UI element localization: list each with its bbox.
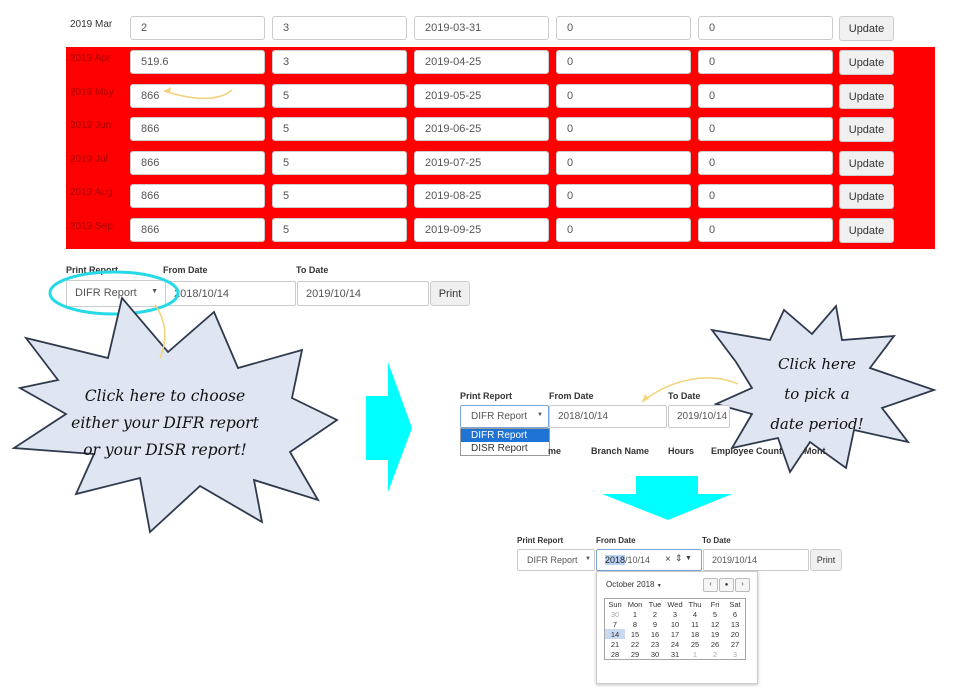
pointer-arrow [163,89,233,100]
calendar-day[interactable]: 10 [665,619,685,629]
chevron-down-icon[interactable]: ▼ [685,555,692,562]
chevron-down-icon: ▼ [656,583,662,589]
calendar-grid: Sun Mon Tue Wed Thu Fri Sat 30 1 2 3 4 5 6 7 8 9 10 11 12 1… [604,598,746,660]
date-year-segment[interactable]: 2018 [605,555,626,565]
weekday-header: Fri [710,599,720,609]
calendar-month-select[interactable]: October 2018 ▼ [606,580,662,589]
calendar-day[interactable]: 20 [725,629,746,639]
callout-line: date period! [770,415,864,433]
callout-line: or your DISR report! [83,441,247,459]
right-arrow [366,362,412,492]
calendar-day[interactable]: 13 [725,619,746,629]
calendar-day[interactable]: 23 [645,639,665,649]
callout-line: Click here [778,355,856,373]
callout-line: Click here to choose [84,387,246,405]
calendar-popup: October 2018 ▼ ‹ ● › Sun Mon Tue Wed Thu Fri S… [596,571,758,684]
to-date-label: To Date [668,391,701,401]
calendar-day[interactable]: 25 [685,639,705,649]
calendar-day[interactable]: 8 [625,619,645,629]
calendar-day[interactable]: 27 [725,639,746,649]
calendar-day[interactable]: 2 [705,649,725,660]
calendar-day[interactable]: 21 [605,639,626,649]
date-rest-segment: /10/14 [625,555,651,565]
report-select[interactable]: DIFR Report ▼ [517,549,595,571]
column-header: Mont [804,446,826,456]
arrowhead [642,394,649,402]
chevron-down-icon: ▼ [585,556,591,562]
annotation-overlay [11,87,937,534]
chevron-down-icon: ▼ [537,412,543,418]
down-arrow [602,476,732,520]
calendar-day[interactable]: 12 [705,619,725,629]
calendar-day[interactable]: 14 [604,629,625,639]
today-icon[interactable]: ● [719,578,734,592]
calendar-day[interactable]: 4 [685,609,705,619]
weekday-header: Wed [667,599,683,609]
calendar-day[interactable]: 15 [625,629,645,639]
print-report-label: Print Report [517,536,564,545]
calendar-day[interactable]: 24 [665,639,685,649]
column-header: Employee Count [711,446,783,456]
column-header: me [548,446,562,456]
prev-month-icon[interactable]: ‹ [703,578,718,592]
calendar-day[interactable]: 29 [625,649,645,660]
report-select[interactable]: DIFR Report ▼ [460,405,549,428]
calendar-day[interactable]: 30 [605,609,626,619]
calendar-day[interactable]: 17 [665,629,685,639]
calendar-day[interactable]: 7 [605,619,626,629]
calendar-day[interactable]: 3 [725,649,746,660]
next-month-icon[interactable]: › [735,578,750,592]
print-button[interactable]: Print [810,549,842,571]
from-date-field[interactable]: 2018/10/14 × ⇕ ▼ [596,549,702,571]
calendar-day[interactable]: 18 [685,629,705,639]
calendar-day[interactable]: 9 [645,619,665,629]
weekday-header: Thu [688,599,702,609]
column-header: Hours [668,446,695,456]
dropdown-option-disr[interactable]: DISR Report [461,442,549,455]
weekday-header: Tue [648,599,662,609]
left-callout-text: Click here to choose either your DIFR re… [40,383,290,464]
dropdown-option-difr[interactable]: DIFR Report [461,429,549,442]
print-report-label: Print Report [460,391,513,401]
calendar-day[interactable]: 22 [625,639,645,649]
from-date-label: From Date [596,536,636,545]
to-date-field[interactable]: 2019/10/14 [668,405,730,428]
clear-icon[interactable]: × [665,554,671,565]
weekday-header: Sat [729,599,741,609]
calendar-day[interactable]: 28 [605,649,626,660]
calendar-day[interactable]: 3 [665,609,685,619]
from-date-label: From Date [549,391,594,401]
column-header: Branch Name [591,446,650,456]
calendar-day[interactable]: 31 [665,649,685,660]
calendar-day[interactable]: 19 [705,629,725,639]
calendar-day[interactable]: 26 [705,639,725,649]
from-date-field[interactable]: 2018/10/14 [549,405,667,428]
spinner-icon[interactable]: ⇕ [675,553,683,564]
callout-line: to pick a [784,385,850,403]
to-date-field[interactable]: 2019/10/14 [703,549,809,571]
report-dropdown: DIFR Report DISR Report [460,428,550,456]
calendar-day[interactable]: 5 [705,609,725,619]
calendar-day[interactable]: 2 [645,609,665,619]
calendar-month: October 2018 [606,580,655,589]
weekday-header: Sun [608,599,622,609]
calendar-day[interactable]: 11 [685,619,705,629]
right-callout-text: Click here to pick a date period! [752,349,882,439]
to-date-label: To Date [702,536,731,545]
callout-line: either your DIFR report [71,414,259,432]
calendar-day[interactable]: 1 [625,609,645,619]
weekday-header: Mon [627,599,643,609]
report-select-value: DIFR Report [527,555,578,565]
calendar-day[interactable]: 1 [685,649,705,660]
calendar-day[interactable]: 30 [645,649,665,660]
report-select-value: DIFR Report [471,411,528,422]
highlight-ring [48,270,180,316]
calendar-day[interactable]: 6 [725,609,746,619]
calendar-day[interactable]: 16 [645,629,665,639]
